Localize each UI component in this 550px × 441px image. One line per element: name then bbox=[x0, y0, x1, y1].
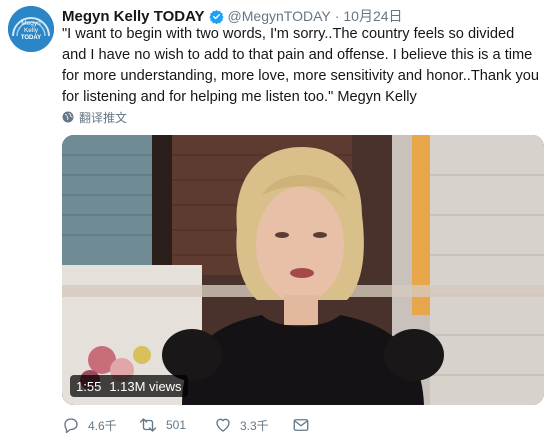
today-logo-icon: Megyn Kelly TODAY bbox=[8, 6, 54, 52]
avatar-text-1: Megyn bbox=[21, 20, 41, 27]
tweet-text: "I want to begin with two words, I'm sor… bbox=[62, 26, 539, 105]
translate-tweet-link[interactable]: 翻译推文 bbox=[62, 108, 127, 126]
globe-icon bbox=[62, 111, 74, 123]
video-player[interactable]: 1:55 1.13M views bbox=[62, 135, 544, 405]
avatar[interactable]: Megyn Kelly TODAY bbox=[8, 6, 54, 52]
video-badge: 1:55 1.13M views bbox=[70, 375, 188, 397]
like-button[interactable]: 3.3千 bbox=[214, 416, 292, 434]
display-name[interactable]: Megyn Kelly TODAY bbox=[62, 8, 205, 25]
video-duration: 1:55 bbox=[76, 378, 102, 394]
direct-message-button[interactable] bbox=[292, 416, 318, 434]
envelope-icon bbox=[293, 419, 309, 431]
tweet-header: Megyn Kelly TODAY @MegynTODAY · 10月24日 bbox=[62, 6, 403, 26]
translate-label: 翻译推文 bbox=[79, 110, 128, 125]
tweet-date[interactable]: 10月24日 bbox=[343, 6, 402, 26]
reply-count: 4.6千 bbox=[88, 418, 117, 433]
tweet-card: Megyn Kelly TODAY Megyn Kelly TODAY @Meg… bbox=[0, 0, 550, 441]
retweet-button[interactable]: 501 bbox=[138, 416, 214, 434]
retweet-count: 501 bbox=[166, 418, 187, 432]
avatar-text-3: TODAY bbox=[21, 35, 41, 41]
reply-button[interactable]: 4.6千 bbox=[62, 416, 138, 434]
avatar-text-2: Kelly bbox=[24, 27, 39, 34]
video-views: 1.13M views bbox=[109, 378, 182, 394]
header-separator: · bbox=[334, 8, 340, 24]
tweet-actions: 4.6千 501 3.3千 bbox=[62, 414, 318, 436]
user-handle[interactable]: @MegynTODAY bbox=[228, 8, 331, 24]
video-thumbnail bbox=[62, 135, 544, 405]
heart-icon bbox=[216, 418, 230, 432]
retweet-icon bbox=[139, 418, 157, 432]
reply-icon bbox=[64, 418, 78, 434]
verified-badge-icon bbox=[208, 9, 224, 24]
like-count: 3.3千 bbox=[240, 418, 269, 433]
